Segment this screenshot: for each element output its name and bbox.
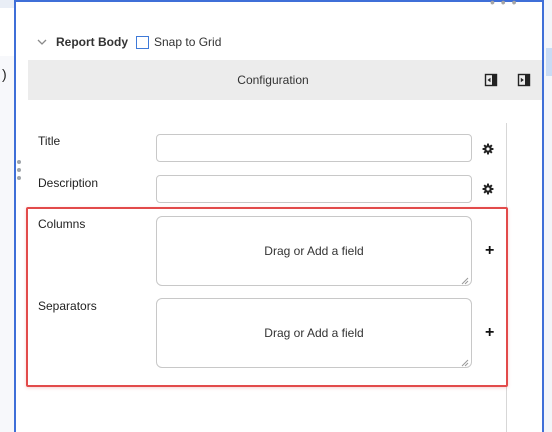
title-input[interactable] [156,134,472,162]
frame-corner [0,0,14,8]
right-gutter-accent [546,48,552,76]
title-label: Title [38,134,61,148]
left-edge-text: ) [2,66,7,82]
highlight-annotation [26,207,508,387]
description-input[interactable] [156,175,472,203]
description-settings-icon[interactable] [482,182,494,195]
left-margin [0,56,14,432]
snap-to-grid-label[interactable]: Snap to Grid [154,35,221,49]
configuration-header: Configuration [28,60,542,100]
panel-border-left [14,0,16,432]
more-options-icon[interactable]: • • • [490,0,517,10]
title-settings-icon[interactable] [482,142,494,155]
collapse-panel-icon[interactable] [484,73,498,87]
description-label: Description [38,176,99,190]
chevron-down-icon[interactable] [36,36,48,48]
configuration-title: Configuration [237,73,309,87]
snap-to-grid-checkbox[interactable] [136,35,149,49]
report-body-title: Report Body [56,35,128,49]
expand-panel-icon[interactable] [517,73,531,87]
panel-drag-handle[interactable] [17,160,21,184]
report-body-row: Report Body Snap to Grid [36,32,221,52]
panel-border-top [14,0,544,2]
